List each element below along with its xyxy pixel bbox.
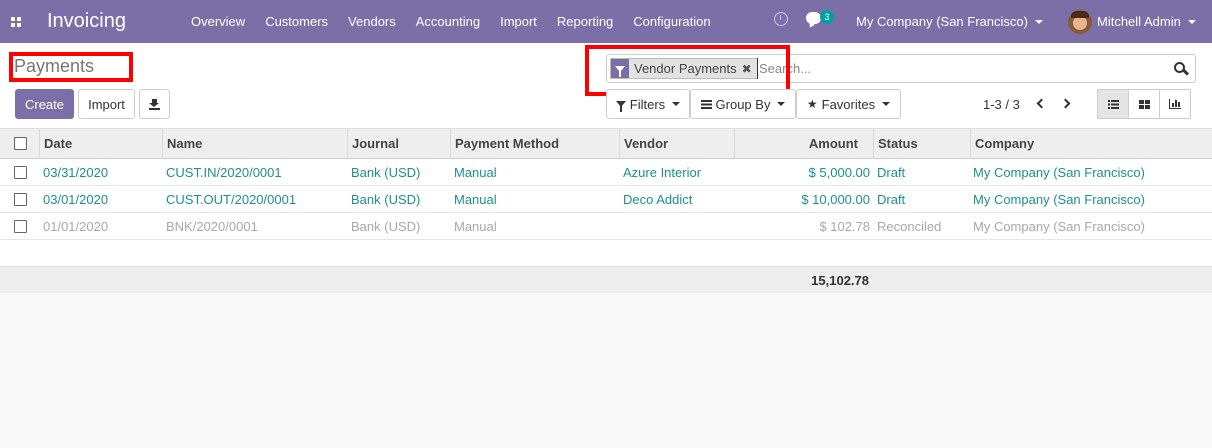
table-header: Date Name Journal Payment Method Vendor … (0, 129, 1212, 159)
table-row[interactable]: 03/01/2020 CUST.OUT/2020/0001 Bank (USD)… (0, 186, 1212, 213)
table-row[interactable]: 03/31/2020 CUST.IN/2020/0001 Bank (USD) … (0, 159, 1212, 186)
cell-status: Draft (877, 165, 906, 180)
chat-count-badge: 3 (820, 10, 834, 24)
chevron-down-icon (882, 102, 891, 106)
column-header-date[interactable]: Date (39, 129, 163, 159)
kanban-icon (1138, 99, 1150, 109)
chat-icon[interactable] (806, 12, 821, 24)
cell-amount: $ 10,000.00 (801, 192, 870, 207)
amount-total: 15,102.78 (811, 273, 869, 288)
cell-name: CUST.IN/2020/0001 (166, 165, 282, 180)
cell-status: Reconciled (877, 219, 942, 234)
table-footer: 15,102.78 (0, 266, 1212, 293)
chevron-left-icon (1036, 98, 1047, 109)
select-all-checkbox[interactable] (14, 137, 27, 150)
cell-company: My Company (San Francisco) (973, 165, 1145, 180)
menu-item-configuration[interactable]: Configuration (623, 0, 720, 43)
bars-icon (700, 99, 712, 109)
avatar (1068, 9, 1092, 34)
menu-item-customers[interactable]: Customers (255, 0, 338, 43)
favorites-button[interactable]: ★ Favorites (796, 89, 901, 119)
filter-icon (615, 101, 626, 112)
column-header-company[interactable]: Company (970, 129, 1212, 159)
group-by-label: Group By (715, 96, 771, 112)
chevron-right-icon (1060, 98, 1071, 109)
row-checkbox[interactable] (14, 166, 27, 179)
download-icon (149, 98, 160, 110)
search-input[interactable] (757, 58, 1167, 79)
menu-item-reporting[interactable]: Reporting (547, 0, 623, 43)
list-icon (1107, 99, 1119, 109)
create-button[interactable]: Create (15, 89, 74, 119)
column-header-status[interactable]: Status (873, 129, 971, 159)
pager-previous-button[interactable] (1033, 95, 1049, 113)
star-icon: ★ (806, 97, 818, 111)
graph-view-button[interactable] (1159, 89, 1191, 119)
list-view-button[interactable] (1097, 89, 1129, 119)
search-icon[interactable] (1173, 61, 1190, 77)
empty-row (0, 240, 1212, 266)
graph-icon (1169, 99, 1181, 109)
table-row[interactable]: 01/01/2020 BNK/2020/0001 Bank (USD) Manu… (0, 213, 1212, 240)
column-header-name[interactable]: Name (162, 129, 348, 159)
chevron-down-icon (672, 102, 681, 106)
cell-amount: $ 5,000.00 (808, 165, 870, 180)
column-header-vendor[interactable]: Vendor (619, 129, 735, 159)
company-switcher[interactable]: My Company (San Francisco) (856, 0, 1043, 43)
cell-payment-method: Manual (454, 165, 497, 180)
chevron-down-icon (1034, 19, 1043, 24)
chevron-down-icon (777, 102, 786, 106)
cell-name: CUST.OUT/2020/0001 (166, 192, 297, 207)
cell-journal: Bank (USD) (351, 192, 421, 207)
filters-button[interactable]: Filters (606, 89, 690, 119)
column-header-journal[interactable]: Journal (347, 129, 451, 159)
main-menu: Overview Customers Vendors Accounting Im… (174, 0, 721, 43)
filters-label: Filters (629, 96, 666, 112)
cell-vendor: Deco Addict (623, 192, 693, 207)
cell-vendor: Azure Interior (623, 165, 702, 180)
company-name: My Company (San Francisco) (856, 14, 1028, 29)
cell-company: My Company (San Francisco) (973, 219, 1145, 234)
cell-company: My Company (San Francisco) (973, 192, 1145, 207)
cell-payment-method: Manual (454, 192, 497, 207)
view-switcher (1097, 89, 1191, 119)
control-panel: Payments Vendor Payments ✖ Create Import… (0, 43, 1212, 129)
favorites-label: Favorites (821, 96, 876, 112)
pager-next-button[interactable] (1059, 95, 1075, 113)
cell-payment-method: Manual (454, 219, 497, 234)
activity-clock-icon[interactable] (774, 12, 788, 26)
cell-status: Draft (877, 192, 906, 207)
group-by-button[interactable]: Group By (690, 89, 796, 119)
cell-name: BNK/2020/0001 (166, 219, 258, 234)
cell-date: 01/01/2020 (43, 219, 109, 234)
menu-item-overview[interactable]: Overview (174, 0, 255, 43)
row-checkbox[interactable] (14, 193, 27, 206)
app-name[interactable]: Invoicing (47, 10, 167, 33)
payments-table: Date Name Journal Payment Method Vendor … (0, 129, 1212, 293)
title-highlight-box (9, 52, 133, 82)
menu-item-vendors[interactable]: Vendors (338, 0, 406, 43)
chevron-down-icon (1187, 19, 1196, 24)
apps-menu-icon[interactable] (1, 0, 31, 43)
menu-item-import[interactable]: Import (490, 0, 547, 43)
cell-amount: $ 102.78 (819, 219, 870, 234)
cell-journal: Bank (USD) (351, 219, 421, 234)
cell-journal: Bank (USD) (351, 165, 421, 180)
download-button[interactable] (139, 89, 170, 119)
import-button[interactable]: Import (78, 89, 135, 119)
column-header-amount[interactable]: Amount (734, 129, 874, 159)
menu-item-accounting[interactable]: Accounting (406, 0, 490, 43)
pager-value[interactable]: 1-3 / 3 (983, 97, 1020, 112)
user-menu[interactable]: Mitchell Admin (1068, 0, 1196, 43)
user-name: Mitchell Admin (1097, 14, 1181, 29)
top-navbar: Invoicing Overview Customers Vendors Acc… (0, 0, 1212, 43)
cell-date: 03/01/2020 (43, 192, 109, 207)
cell-date: 03/31/2020 (43, 165, 109, 180)
row-checkbox[interactable] (14, 220, 27, 233)
kanban-view-button[interactable] (1128, 89, 1160, 119)
column-header-payment-method[interactable]: Payment Method (450, 129, 620, 159)
